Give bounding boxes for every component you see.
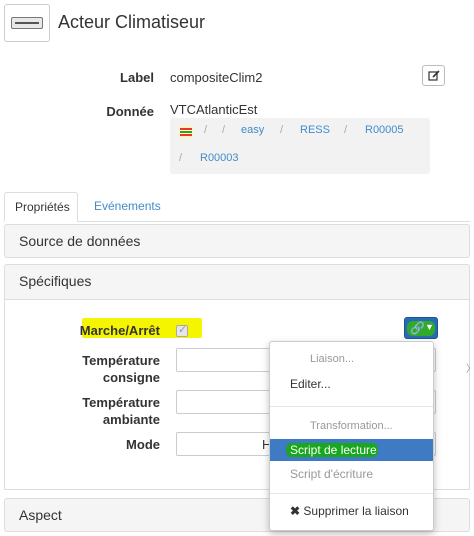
menu-item-supprimer-liaison[interactable]: ✖ Supprimer la liaison (270, 500, 433, 522)
link-dropdown-button[interactable]: 🔗 ▼ (404, 317, 438, 339)
panel-specifiques[interactable]: Spécifiques (4, 264, 470, 300)
panel-source-donnees[interactable]: Source de données (4, 224, 470, 258)
marche-arret-label: Marche/Arrêt (79, 323, 160, 338)
label-caption: Label (120, 70, 154, 85)
menu-item-script-lecture[interactable]: Script de lecture (270, 439, 433, 461)
data-source-icon (179, 126, 193, 138)
tab-proprietes[interactable]: Propriétés (4, 192, 78, 222)
donnee-value: VTCAtlanticEst (170, 102, 258, 117)
tab-bar: Propriétés Evénements (4, 192, 470, 222)
air-conditioner-icon (4, 4, 50, 42)
link-dropdown-menu: Liaison... Editer... Transformation... S… (269, 341, 434, 531)
breadcrumb-separator: / (204, 124, 208, 136)
breadcrumb-separator: / (344, 124, 348, 136)
breadcrumb-separator: / (179, 152, 183, 164)
breadcrumb-item-easy[interactable]: easy (241, 124, 264, 136)
breadcrumb-separator: / (280, 124, 284, 136)
caret-down-icon: ▼ (425, 322, 434, 332)
temp-ambiante-label: Température ambiante (82, 395, 160, 427)
marche-arret-checkbox[interactable] (176, 323, 188, 337)
menu-divider (270, 493, 433, 494)
donnee-caption: Donnée (106, 104, 154, 119)
close-icon: ✖ (290, 504, 301, 518)
menu-item-editer[interactable]: Editer... (270, 373, 433, 395)
link-icon: 🔗 (410, 321, 425, 335)
edit-label-button[interactable] (422, 65, 445, 86)
label-value: compositeClim2 (170, 70, 263, 85)
breadcrumb-item-r00003[interactable]: R00003 (200, 152, 239, 164)
scroll-right-icon[interactable]: 〉 (466, 360, 474, 375)
menu-item-script-ecriture[interactable]: Script d'écriture (270, 463, 433, 485)
edit-icon (427, 69, 440, 81)
mode-label: Mode (126, 437, 160, 452)
breadcrumb-separator: / (222, 124, 226, 136)
breadcrumb-item-ress[interactable]: RESS (300, 124, 330, 136)
breadcrumb: / / easy / RESS / R00005 / R00003 (170, 118, 430, 174)
temp-consigne-label: Température consigne (82, 353, 160, 385)
page-header: Acteur Climatiseur (0, 0, 474, 46)
menu-header-liaison: Liaison... (310, 353, 355, 365)
menu-divider (270, 406, 433, 407)
tab-evenements[interactable]: Evénements (84, 192, 171, 222)
menu-header-transformation: Transformation... (310, 420, 393, 432)
page-title: Acteur Climatiseur (58, 12, 206, 32)
breadcrumb-item-r00005[interactable]: R00005 (365, 124, 404, 136)
